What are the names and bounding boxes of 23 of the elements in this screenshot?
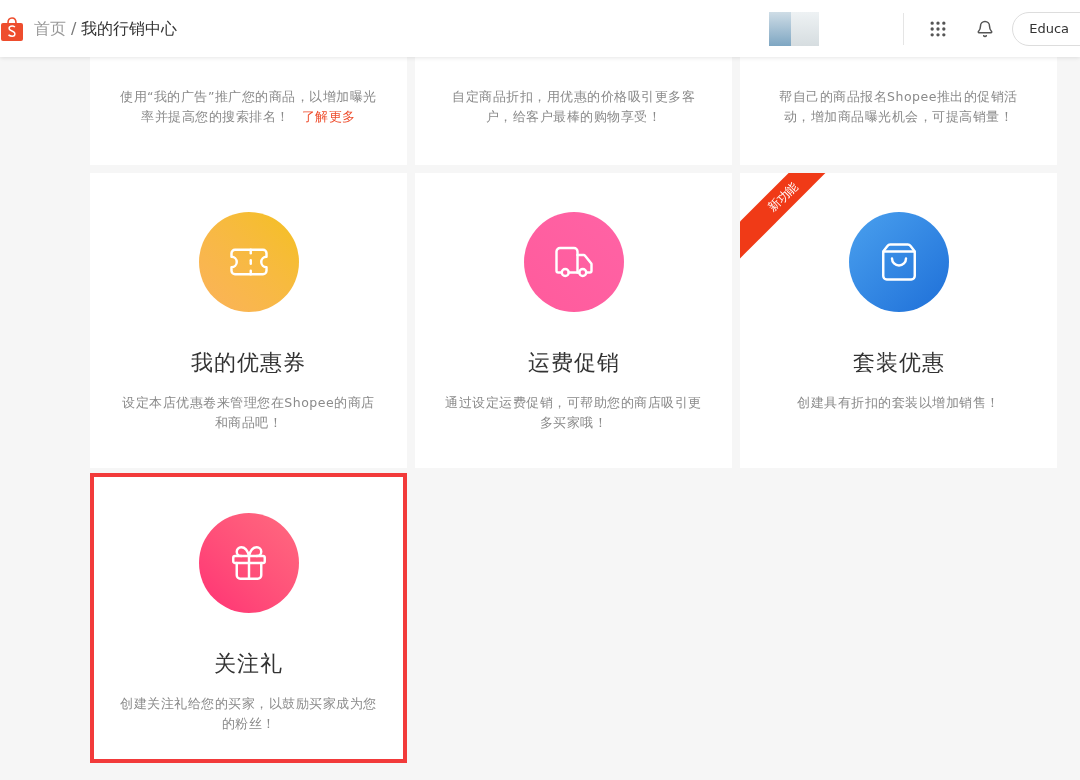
card-description: 帮自己的商品报名Shopee推出的促销活动，增加商品曝光机会，可提高销量！ xyxy=(778,88,1019,126)
card[interactable]: 新功能 套装优惠 创建具有折扣的套装以增加销售！ xyxy=(740,173,1057,468)
card-description: 创建关注礼给您的买家，以鼓励买家成为您的粉丝！ xyxy=(119,695,378,733)
card-description: 创建具有折扣的套装以增加销售！ xyxy=(797,394,1000,412)
learn-more-link[interactable]: 了解更多 xyxy=(302,109,356,124)
card[interactable]: 帮自己的商品报名Shopee推出的促销活动，增加商品曝光机会，可提高销量！ xyxy=(740,57,1057,165)
card-title: 我的优惠券 xyxy=(191,349,306,377)
breadcrumb-link[interactable]: 我的行销中心 xyxy=(81,16,178,41)
card-description: 使用“我的广告”推广您的商品，以增加曝光率并提高您的搜索排名！ 了解更多 xyxy=(120,88,377,126)
card[interactable]: 我的优惠券 设定本店优惠卷来管理您在Shopee的商店和商品吧！ xyxy=(90,173,407,468)
card-title: 套装优惠 xyxy=(852,349,945,377)
card[interactable]: 使用“我的广告”推广您的商品，以增加曝光率并提高您的搜索排名！ 了解更多 xyxy=(90,57,407,165)
account-button[interactable]: Educa xyxy=(1012,11,1080,46)
card-description: 设定本店优惠卷来管理您在Shopee的商店和商品吧！ xyxy=(121,394,376,432)
breadcrumb-separator: / xyxy=(71,17,77,40)
card-title: 关注礼 xyxy=(214,650,283,678)
card[interactable]: 自定商品折扣，用优惠的价格吸引更多客户，给客户最棒的购物享受！ xyxy=(415,57,732,165)
card[interactable]: 运费促销 通过设定运费促销，可帮助您的商店吸引更多买家哦！ xyxy=(415,173,732,468)
notification-bell-icon[interactable] xyxy=(976,19,995,38)
card-description: 自定商品折扣，用优惠的价格吸引更多客户，给客户最棒的购物享受！ xyxy=(451,88,696,126)
card-title: 运费促销 xyxy=(527,349,620,377)
card-description: 通过设定运费促销，可帮助您的商店吸引更多买家哦！ xyxy=(444,394,703,432)
card[interactable]: 关注礼 创建关注礼给您的买家，以鼓励买家成为您的粉丝！ xyxy=(90,473,407,763)
